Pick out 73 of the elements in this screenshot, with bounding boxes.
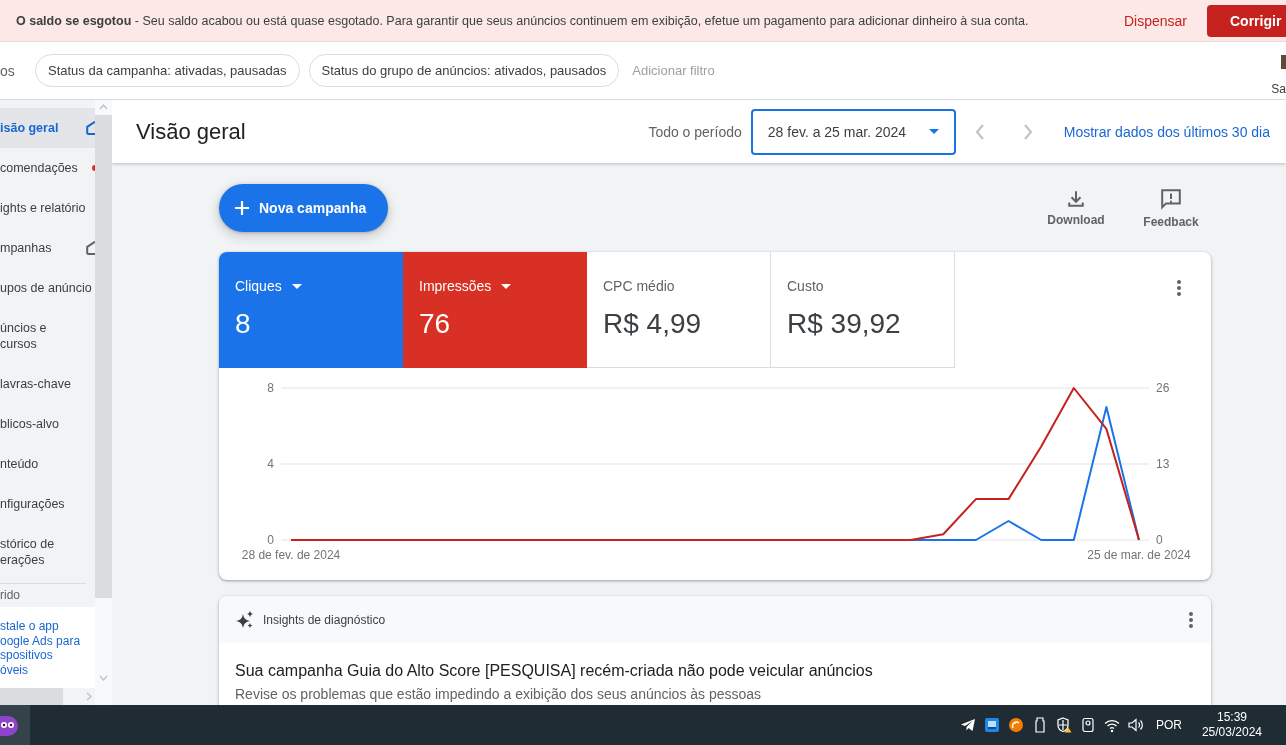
axis-label: 0 [267, 533, 274, 547]
caret-down-icon [501, 283, 512, 289]
date-range-dropdown[interactable]: 28 fev. a 25 mar. 2024 [750, 108, 956, 155]
metric-value: 76 [419, 308, 452, 340]
download-button[interactable]: Download [1036, 184, 1116, 232]
download-icon [1067, 189, 1085, 208]
caret-down-icon [291, 283, 302, 289]
metric-value: R$ 39,92 [787, 308, 902, 340]
nav-item[interactable]: lavras-chave [0, 364, 95, 404]
taskbar-button[interactable] [0, 705, 30, 745]
paper-plane-icon[interactable] [959, 717, 976, 733]
date-range-link[interactable]: Mostrar dados dos últimos 30 dia [1063, 123, 1270, 140]
metric-tile[interactable]: Impressões 76 [403, 252, 587, 368]
axis-label: 8 [267, 381, 274, 395]
nav-item[interactable]: ights e relatório [0, 188, 95, 228]
caret-down-icon [928, 129, 939, 134]
app-icon[interactable] [0, 714, 18, 736]
metric-value: R$ 4,99 [603, 308, 703, 340]
speaker-icon[interactable] [1127, 717, 1144, 733]
axis-label: 4 [267, 457, 274, 471]
shield-icon[interactable] [1055, 717, 1072, 733]
filter-chip[interactable]: Status da campanha: ativadas, pausadas [35, 54, 300, 87]
nav-item[interactable]: nteúdo [0, 444, 95, 484]
taskbar-clock[interactable]: 15:39 25/03/2024 [1201, 710, 1262, 740]
axis-label: 28 de fev. de 2024 [241, 548, 341, 562]
metric-label: Cliques [235, 278, 282, 294]
nav-item[interactable]: stórico de erações [0, 524, 95, 580]
nav-item[interactable]: mpanhas [0, 228, 95, 268]
dismiss-button[interactable]: Dispensar [1113, 4, 1197, 37]
metric-tile[interactable]: Custo R$ 39,92 [771, 252, 955, 368]
insight-headline: Sua campanha Guia do Alto Score [PESQUISA] recém-criada não pode veicular anúncios [235, 661, 874, 681]
feedback-button[interactable]: Feedback [1131, 184, 1211, 232]
language-indicator[interactable]: POR [1155, 718, 1182, 732]
fix-button[interactable]: Corrigir [1207, 4, 1286, 37]
horizontal-scrollbar[interactable] [0, 688, 95, 705]
home-icon [86, 121, 95, 135]
toolbar-label: os [0, 62, 16, 79]
plus-icon [235, 201, 249, 215]
nav-item[interactable]: comendações [0, 148, 95, 188]
period-label: Todo o período [648, 123, 742, 140]
nav-item[interactable]: nfigurações [0, 484, 95, 524]
metric-label: Custo [787, 278, 824, 294]
insight-description: Revise os problemas que estão impedindo a exibição dos seus anúncios às pessoas [235, 686, 763, 702]
app-icon[interactable] [1007, 717, 1024, 733]
nav-item[interactable]: úncios e cursos [0, 308, 95, 364]
sparkle-icon [235, 609, 255, 630]
card-title: Insights de diagnóstico [263, 612, 387, 627]
axis-label: 25 de mar. de 2024 [1087, 548, 1191, 562]
metric-value: 8 [235, 308, 252, 340]
section-label: rido [0, 587, 21, 604]
nav-item[interactable]: isão geral [0, 108, 95, 148]
more-icon[interactable] [1189, 611, 1193, 628]
nav-item[interactable]: upos de anúncio [0, 268, 95, 308]
filter-chip[interactable]: Status do grupo de anúncios: ativados, pausados [308, 54, 620, 87]
axis-label: 26 [1156, 381, 1170, 395]
camera-icon[interactable] [1079, 717, 1096, 733]
axis-label: 13 [1156, 457, 1170, 471]
nav-item[interactable]: blicos-alvo [0, 404, 95, 444]
toolbar-label: Sa [1271, 81, 1286, 96]
wifi-icon[interactable] [1103, 717, 1120, 733]
metric-label: Impressões [419, 278, 492, 294]
toolbar-icon[interactable] [1281, 53, 1286, 70]
home-icon [86, 241, 95, 255]
feedback-icon [1160, 187, 1182, 210]
page-title: Visão geral [136, 118, 247, 145]
metric-tile[interactable]: CPC médio R$ 4,99 [587, 252, 771, 368]
new-campaign-button[interactable]: Nova campanha [219, 184, 389, 232]
more-icon[interactable] [1177, 280, 1181, 296]
metric-label: CPC médio [603, 278, 675, 294]
alert-message: O saldo se esgotou - Seu saldo acabou ou está quase esgotado. Para garantir que seus anúncios continuem em exibição, efetue um pagamento para adicionar dinheiro à sua conta. [15, 13, 1030, 28]
app-icon[interactable] [983, 717, 1000, 733]
axis-label: 0 [1156, 533, 1163, 547]
metric-tile[interactable]: Cliques 8 [219, 252, 403, 368]
